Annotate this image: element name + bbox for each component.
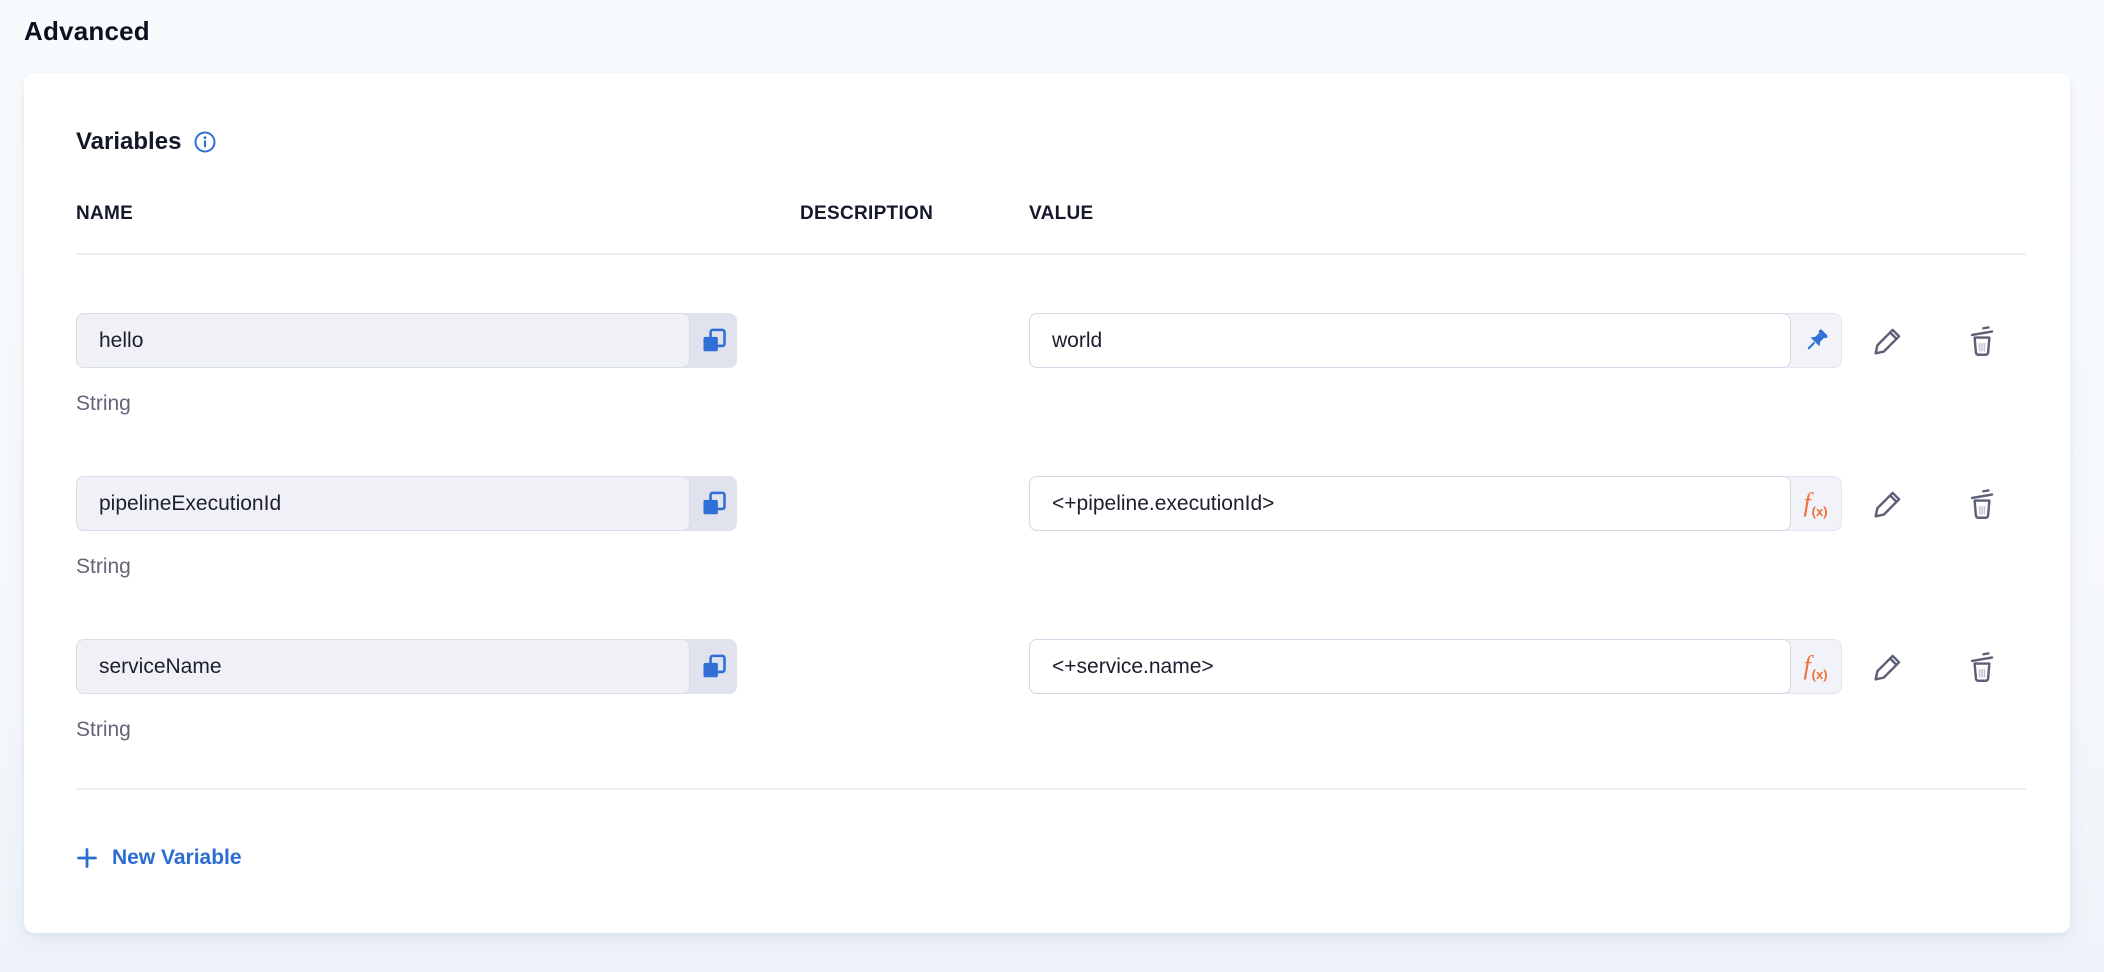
trash-icon[interactable] xyxy=(1964,323,2000,359)
variables-header: Variables xyxy=(76,127,2026,157)
column-header-description: DESCRIPTION xyxy=(800,203,1029,225)
variable-row: f(x) xyxy=(76,313,2026,416)
variable-value-input[interactable] xyxy=(1029,639,1791,694)
variable-name-input[interactable] xyxy=(76,639,690,694)
page-title: Advanced xyxy=(24,16,150,47)
copy-icon[interactable] xyxy=(690,476,737,531)
variables-card: Variables NAME DESCRIPTION VALUE xyxy=(24,73,2070,933)
variable-value-group: f(x) xyxy=(1029,639,1842,694)
trash-icon[interactable] xyxy=(1964,486,2000,522)
variable-name-group xyxy=(76,476,737,531)
variables-title: Variables xyxy=(76,128,181,156)
variable-row: f(x) xyxy=(76,639,2026,742)
pencil-icon[interactable] xyxy=(1870,486,1906,522)
trash-icon[interactable] xyxy=(1964,649,2000,685)
variable-value-input[interactable] xyxy=(1029,313,1791,368)
copy-icon[interactable] xyxy=(690,639,737,694)
header-divider xyxy=(76,253,2026,255)
fx-icon: f(x) xyxy=(1803,653,1827,681)
new-variable-button[interactable]: New Variable xyxy=(76,846,242,870)
copy-icon[interactable] xyxy=(690,313,737,368)
pin-icon xyxy=(1801,326,1831,356)
variable-name-input[interactable] xyxy=(76,476,690,531)
variable-name-input[interactable] xyxy=(76,313,690,368)
value-type-selector[interactable]: f(x) xyxy=(1790,477,1841,530)
variable-type-label: String xyxy=(76,392,2026,416)
value-type-selector[interactable]: f(x) xyxy=(1790,314,1841,367)
table-column-headers: NAME DESCRIPTION VALUE xyxy=(76,203,2026,225)
variable-description-cell xyxy=(737,313,1029,368)
variable-type-label: String xyxy=(76,555,2026,579)
column-header-name: NAME xyxy=(76,203,800,225)
variable-name-group xyxy=(76,313,737,368)
variable-row: f(x) xyxy=(76,476,2026,579)
variable-description-cell xyxy=(737,476,1029,531)
variable-value-input[interactable] xyxy=(1029,476,1791,531)
variable-type-label: String xyxy=(76,718,2026,742)
pencil-icon[interactable] xyxy=(1870,323,1906,359)
variable-name-group xyxy=(76,639,737,694)
value-type-selector[interactable]: f(x) xyxy=(1790,640,1841,693)
pencil-icon[interactable] xyxy=(1870,649,1906,685)
variable-value-group: f(x) xyxy=(1029,476,1842,531)
variables-list: f(x) xyxy=(76,313,2026,742)
variable-description-cell xyxy=(737,639,1029,694)
new-variable-label: New Variable xyxy=(112,846,242,870)
variable-value-group: f(x) xyxy=(1029,313,1842,368)
plus-icon xyxy=(76,847,98,869)
column-header-value: VALUE xyxy=(1029,203,2026,225)
info-icon[interactable] xyxy=(193,130,217,154)
fx-icon: f(x) xyxy=(1803,490,1827,518)
list-bottom-divider xyxy=(76,788,2026,790)
